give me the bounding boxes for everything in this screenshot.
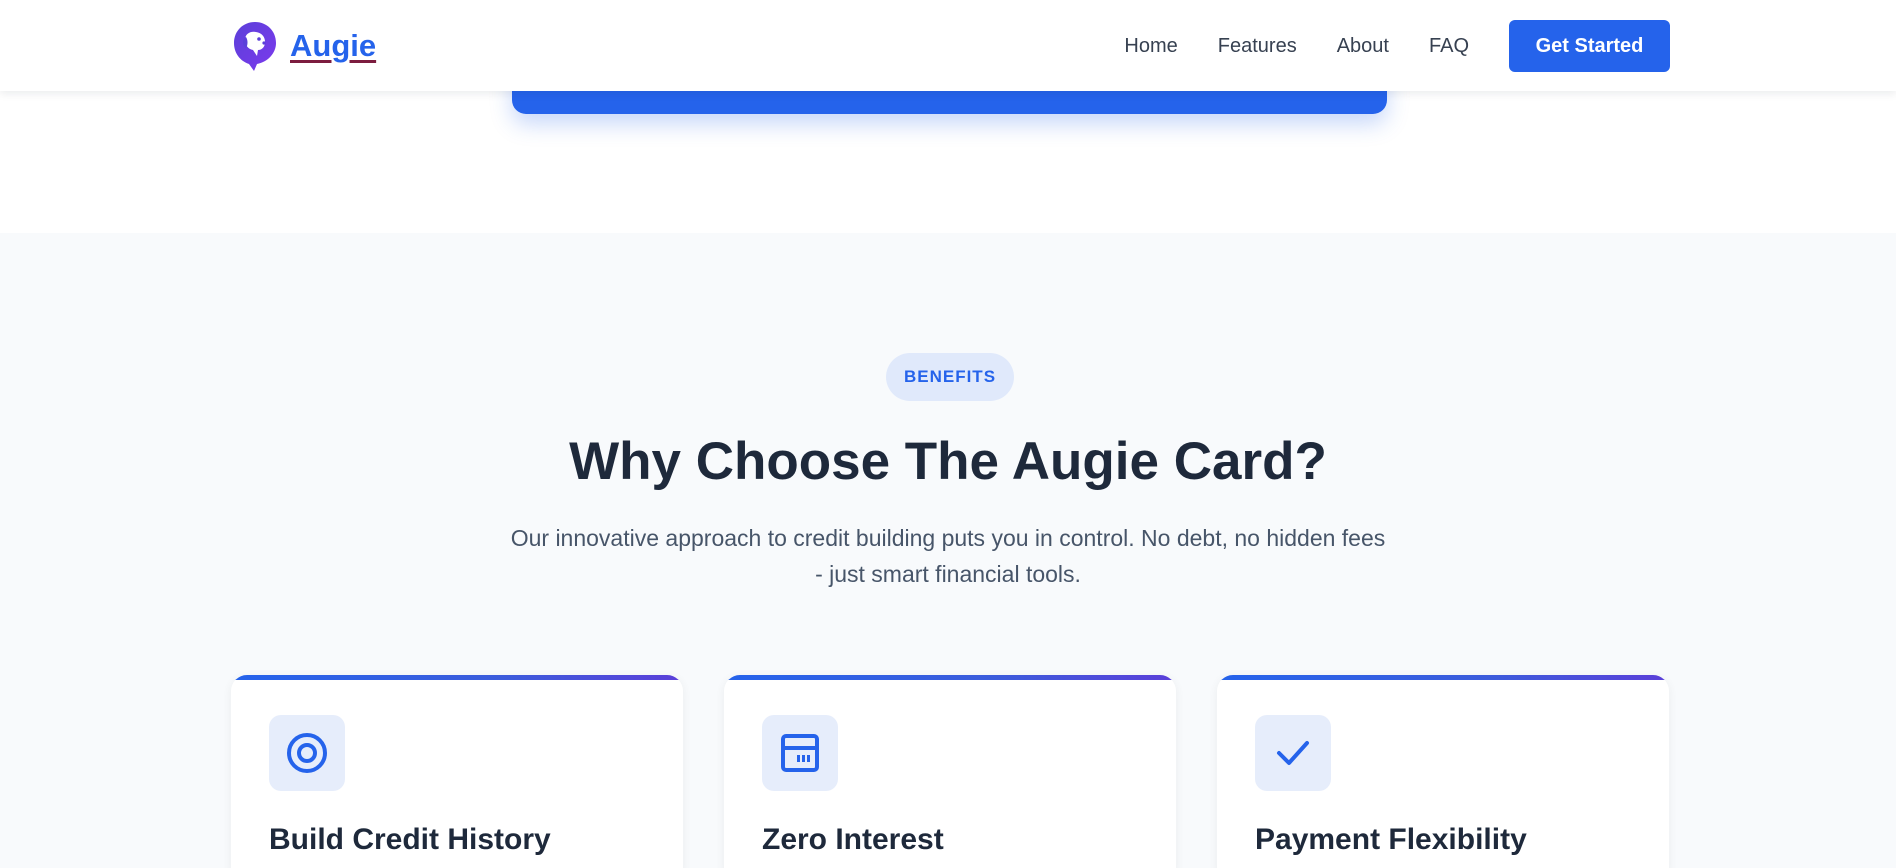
- nav-faq[interactable]: FAQ: [1429, 35, 1469, 58]
- nav-features[interactable]: Features: [1218, 35, 1297, 58]
- card-title: Payment Flexibility: [1255, 823, 1527, 856]
- site-header: Augie Home Features About FAQ Get Starte…: [0, 0, 1896, 91]
- logo-link[interactable]: Augie: [232, 20, 376, 72]
- benefit-card-zero-interest: Zero Interest: [724, 675, 1176, 868]
- icon-container: [269, 715, 345, 791]
- icon-container: [1255, 715, 1331, 791]
- section-title: Why Choose The Augie Card?: [569, 432, 1327, 491]
- benefits-badge: BENEFITS: [886, 353, 1014, 401]
- brand-name[interactable]: Augie: [290, 28, 376, 64]
- benefits-section: BENEFITS Why Choose The Augie Card? Our …: [0, 233, 1896, 868]
- get-started-button[interactable]: Get Started: [1509, 20, 1670, 72]
- main-nav: Home Features About FAQ Get Started: [1124, 20, 1670, 72]
- card-title: Build Credit History: [269, 823, 551, 856]
- benefit-card-payment-flexibility: Payment Flexibility: [1217, 675, 1669, 868]
- nav-home[interactable]: Home: [1124, 35, 1177, 58]
- target-icon: [287, 733, 327, 773]
- benefit-card-build-credit: Build Credit History: [231, 675, 683, 868]
- dog-head-chat-bubble-icon: [234, 22, 276, 71]
- icon-container: [762, 715, 838, 791]
- checkmark-icon: [1277, 741, 1309, 765]
- calculator-icon: [781, 734, 819, 772]
- section-subtitle: Our innovative approach to credit buildi…: [510, 525, 1386, 587]
- card-title: Zero Interest: [762, 823, 944, 856]
- nav-about[interactable]: About: [1337, 35, 1389, 58]
